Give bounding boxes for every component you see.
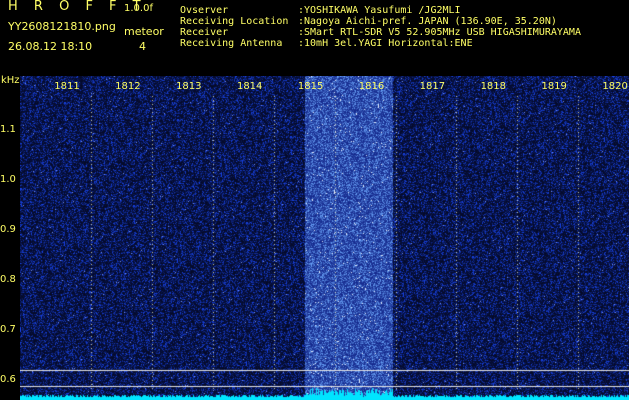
station-info: Ovserver :YOSHIKAWA Yasufumi /JG2MLI Rece… <box>180 5 581 49</box>
app-version: 1.0.0f <box>124 3 153 14</box>
info-value: :SMart RTL-SDR V5 52.905MHz USB HIGASHIM… <box>298 27 581 38</box>
y-tick-label: 0.6 <box>0 374 16 385</box>
x-tick-label: 1814 <box>236 81 263 92</box>
meteor-count: 4 <box>139 40 146 53</box>
x-tick-label: 1813 <box>176 81 202 92</box>
x-tick-label: 1820 <box>602 81 628 92</box>
x-tick-label: 1819 <box>541 81 567 92</box>
info-row-location: Receiving Location :Nagoya Aichi-pref. JA… <box>180 16 581 27</box>
y-tick-label: 0.8 <box>0 274 16 285</box>
x-tick-label: 1811 <box>54 81 80 92</box>
info-label: Receiving Location <box>180 16 289 27</box>
info-row-observer: Ovserver :YOSHIKAWA Yasufumi /JG2MLI <box>180 5 581 16</box>
x-tick-label: 1816 <box>358 81 385 92</box>
y-tick-label: 0.9 <box>0 224 16 235</box>
info-label: Receiving Antenna <box>180 38 283 49</box>
spectrogram-canvas <box>20 76 629 400</box>
x-tick-label: 1818 <box>480 81 507 92</box>
info-value: :YOSHIKAWA Yasufumi /JG2MLI <box>298 5 461 16</box>
meteor-label: meteor <box>124 25 164 38</box>
y-tick-label: 0.7 <box>0 324 16 335</box>
x-tick-label: 1817 <box>419 81 446 92</box>
info-row-receiver: Receiver :SMart RTL-SDR V5 52.905MHz USB … <box>180 27 581 38</box>
capture-datetime: 26.08.12 18:10 <box>8 40 93 53</box>
y-tick-label: 1.1 <box>0 124 16 135</box>
y-axis-unit: kHz <box>1 75 20 86</box>
x-tick-label: 1815 <box>297 81 324 92</box>
info-label: Receiver <box>180 27 229 38</box>
y-tick-label: 1.0 <box>0 174 16 185</box>
info-label: Ovserver <box>180 5 229 16</box>
image-filename: YY2608121810.png <box>8 20 116 33</box>
info-value: :Nagoya Aichi-pref. JAPAN (136.90E, 35.2… <box>298 16 557 27</box>
info-row-antenna: Receiving Antenna :10mH 3el.YAGI Horizont… <box>180 38 581 49</box>
x-tick-label: 1812 <box>115 81 141 92</box>
info-value: :10mH 3el.YAGI Horizontal:ENE <box>298 38 473 49</box>
